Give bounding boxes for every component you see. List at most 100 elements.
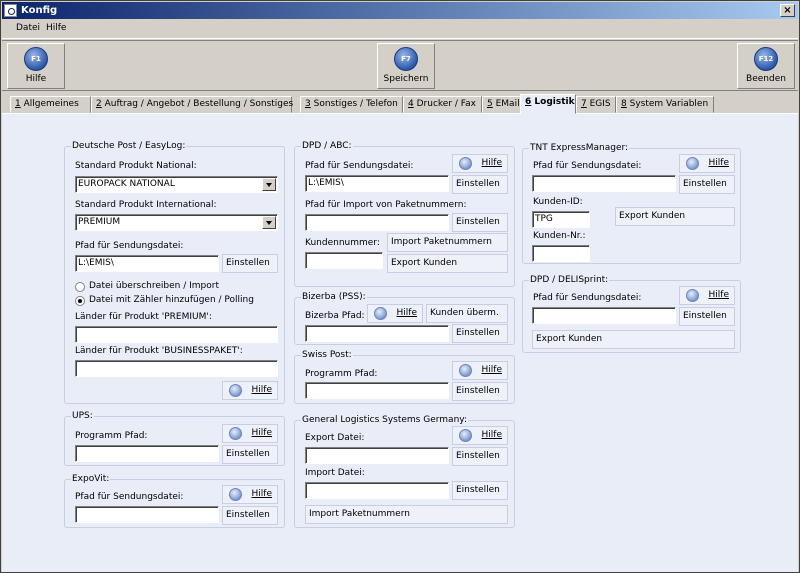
national-product-value: EUROPACK NATIONAL	[78, 179, 175, 189]
tnt-group: TNT ExpressManager: Pfad für Sendungsdat…	[522, 143, 741, 264]
help-button-label: Hilfe	[481, 430, 502, 440]
tab-number: 1	[15, 99, 21, 109]
toolbar: F1 Hilfe F7 Speichern F12 Beenden	[2, 40, 798, 91]
tnt-customer-id-input[interactable]: TPG	[532, 211, 590, 228]
national-product-select[interactable]: EUROPACK NATIONAL	[75, 176, 278, 193]
tnt-path-input[interactable]	[532, 175, 676, 192]
logistik-panel: Deutsche Post / EasyLog: Standard Produk…	[2, 113, 798, 572]
swiss-path-input[interactable]	[305, 382, 449, 399]
international-product-value: PREMIUM	[78, 217, 121, 227]
gls-import-parcels-button[interactable]: Import Paketnummern	[305, 505, 508, 524]
help-icon	[686, 289, 699, 302]
deli-help-button[interactable]: Hilfe	[679, 286, 735, 305]
f1-key-icon: F1	[24, 47, 48, 71]
tab-label: EMail	[495, 99, 520, 109]
ups-set-button[interactable]: Einstellen	[222, 445, 278, 464]
tab-number: 8	[621, 99, 627, 109]
help-button-label: Hilfe	[251, 489, 272, 499]
dpd-help-button[interactable]: Hilfe	[452, 154, 508, 173]
gls-group: General Logistics Systems Germany: Expor…	[294, 415, 515, 528]
bizerba-transfer-button[interactable]: Kunden überm.	[426, 304, 508, 323]
gls-export-set-button[interactable]: Einstellen	[452, 447, 508, 466]
dpd-delisprint-group: DPD / DELISprint: Pfad für Sendungsdatei…	[522, 275, 741, 353]
swiss-set-button[interactable]: Einstellen	[452, 382, 508, 401]
tnt-customer-id-label: Kunden-ID:	[533, 197, 583, 207]
swiss-post-group: Swiss Post: Programm Pfad: Hilfe Einstel…	[294, 350, 515, 404]
dpd-abc-group: DPD / ABC: Pfad für Sendungsdatei: L:\EM…	[294, 141, 515, 287]
title-bar: Konfig ×	[2, 2, 798, 19]
overwrite-radio[interactable]	[75, 282, 85, 292]
swiss-help-button[interactable]: Hilfe	[452, 361, 508, 380]
expovit-set-button[interactable]: Einstellen	[222, 506, 278, 525]
premium-countries-input[interactable]	[75, 326, 278, 343]
dpd-import-set-button[interactable]: Einstellen	[452, 213, 508, 232]
dpd-import-label: Pfad für Import von Paketnummern:	[305, 200, 467, 210]
bizerba-help-button[interactable]: Hilfe	[367, 304, 423, 323]
deli-path-input[interactable]	[532, 307, 676, 324]
dpd-path-input[interactable]: L:\EMIS\	[305, 175, 449, 192]
gls-export-label: Export Datei:	[305, 433, 365, 443]
gls-import-input[interactable]	[305, 482, 449, 499]
tab-drucker-fax[interactable]: 4 Drucker / Fax	[403, 96, 482, 113]
expovit-group: ExpoVit: Pfad für Sendungsdatei: Hilfe E…	[64, 474, 285, 528]
business-countries-input[interactable]	[75, 360, 278, 377]
menu-hilfe[interactable]: Hilfe	[46, 23, 66, 33]
help-icon	[229, 488, 242, 501]
tnt-help-button[interactable]: Hilfe	[679, 154, 735, 173]
gls-help-button[interactable]: Hilfe	[452, 426, 508, 445]
dpd-import-parcels-button[interactable]: Import Paketnummern	[387, 233, 508, 252]
bizerba-set-button[interactable]: Einstellen	[452, 324, 508, 343]
dpd-export-customers-button[interactable]: Export Kunden	[387, 254, 508, 273]
group-title: General Logistics Systems Germany:	[301, 415, 468, 426]
dp-help-button[interactable]: Hilfe	[222, 381, 278, 400]
tab-sonstiges-telefon[interactable]: 3 Sonstiges / Telefon	[300, 96, 403, 113]
menu-datei[interactable]: Datei	[16, 23, 40, 33]
group-title: ExpoVit:	[71, 474, 111, 485]
chevron-down-icon[interactable]	[262, 178, 276, 191]
exit-toolbar-button[interactable]: F12 Beenden	[737, 43, 795, 89]
tab-number: 7	[581, 99, 587, 109]
gls-export-input[interactable]	[305, 447, 449, 464]
tab-system-variablen[interactable]: 8 System Variablen	[616, 96, 714, 113]
expovit-path-input[interactable]	[75, 506, 219, 523]
ups-group: UPS: Programm Pfad: Hilfe Einstellen	[64, 411, 285, 466]
help-icon	[459, 157, 472, 170]
ups-path-input[interactable]	[75, 445, 219, 462]
gls-import-set-button[interactable]: Einstellen	[452, 481, 508, 500]
tab-label: Sonstiges / Telefon	[313, 99, 398, 109]
deli-set-button[interactable]: Einstellen	[679, 307, 735, 326]
group-title: Bizerba (PSS):	[301, 292, 367, 303]
expovit-path-label: Pfad für Sendungsdatei:	[75, 492, 184, 502]
dpd-set-button[interactable]: Einstellen	[452, 175, 508, 194]
deli-export-customers-button[interactable]: Export Kunden	[532, 330, 735, 349]
international-product-select[interactable]: PREMIUM	[75, 214, 278, 231]
tab-email[interactable]: 5 EMail	[482, 96, 521, 113]
dpd-import-input[interactable]	[305, 214, 449, 231]
ups-help-button[interactable]: Hilfe	[222, 424, 278, 443]
tab-number: 6	[525, 97, 532, 107]
dpd-customer-input[interactable]	[305, 252, 383, 269]
tab-egis[interactable]: 7 EGIS	[576, 96, 616, 113]
counter-radio[interactable]	[75, 296, 85, 306]
tab-number: 4	[408, 99, 414, 109]
dp-path-label: Pfad für Sendungsdatei:	[75, 241, 184, 251]
tab-allgemeines[interactable]: 1 Allgemeines	[10, 96, 91, 113]
tab-auftrag[interactable]: 2 Auftrag / Angebot / Bestellung / Sonst…	[91, 96, 293, 113]
close-button[interactable]: ×	[780, 4, 795, 17]
dp-set-button[interactable]: Einstellen	[222, 254, 278, 273]
save-toolbar-button[interactable]: F7 Speichern	[377, 43, 435, 89]
help-toolbar-button[interactable]: F1 Hilfe	[7, 43, 65, 89]
window-title: Konfig	[21, 5, 58, 16]
tnt-set-button[interactable]: Einstellen	[679, 175, 735, 194]
chevron-down-icon[interactable]	[262, 216, 276, 229]
dp-path-input[interactable]: L:\EMIS\	[75, 255, 219, 272]
tnt-customer-nr-input[interactable]	[532, 245, 590, 262]
tab-label: EGIS	[589, 99, 611, 109]
help-icon	[686, 157, 699, 170]
tab-strip: 1 Allgemeines 2 Auftrag / Angebot / Best…	[2, 94, 798, 114]
bizerba-path-input[interactable]	[305, 325, 449, 342]
expovit-help-button[interactable]: Hilfe	[222, 485, 278, 504]
tab-logistik[interactable]: 6 Logistik	[520, 94, 576, 114]
tnt-export-customers-button[interactable]: Export Kunden	[615, 207, 735, 226]
swiss-path-label: Programm Pfad:	[305, 369, 378, 379]
